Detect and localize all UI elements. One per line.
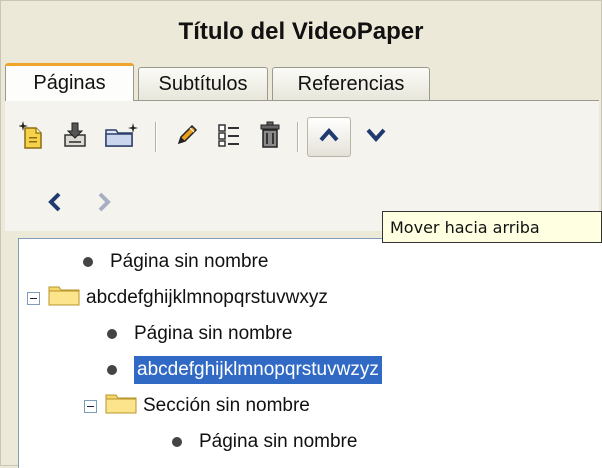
- tree-node-page[interactable]: Página sin nombre: [83, 247, 268, 277]
- node-label-selected: abcdefghijklmnopqrstuvwzyz: [134, 356, 382, 384]
- tree-node-page[interactable]: Página sin nombre: [172, 427, 357, 457]
- new-folder-icon: [104, 122, 140, 153]
- properties-button[interactable]: [210, 118, 248, 156]
- tab-bar: Páginas Subtítulos Referencias: [5, 63, 599, 101]
- tooltip: Mover hacia arriba: [382, 211, 602, 243]
- edit-icon: [175, 123, 199, 152]
- videopaper-panel: Título del VideoPaper Páginas Subtítulos…: [0, 0, 602, 468]
- node-label: Página sin nombre: [134, 323, 293, 344]
- node-label: Página sin nombre: [199, 431, 358, 452]
- tab-subtitulos[interactable]: Subtítulos: [138, 67, 268, 101]
- new-page-icon: [18, 120, 45, 155]
- tab-referencias[interactable]: Referencias: [272, 67, 430, 101]
- folder-icon: [104, 391, 138, 421]
- bullet-icon: [172, 437, 182, 447]
- delete-icon: [259, 121, 281, 154]
- bullet-icon: [83, 257, 93, 267]
- tab-paginas[interactable]: Páginas: [5, 63, 134, 101]
- node-label: Página sin nombre: [110, 251, 269, 272]
- toolbar-separator: [155, 122, 157, 152]
- new-folder-button[interactable]: [99, 118, 145, 156]
- bullet-icon: [107, 329, 117, 339]
- move-down-button[interactable]: [357, 118, 395, 156]
- import-icon: [62, 121, 88, 154]
- move-right-button[interactable]: [85, 185, 123, 223]
- toolbar-separator: [297, 122, 299, 152]
- node-label: abcdefghijklmnopqrstuvwxyz: [86, 287, 328, 308]
- panel-title: Título del VideoPaper: [178, 18, 424, 45]
- delete-button[interactable]: [251, 118, 289, 156]
- move-up-button[interactable]: [307, 117, 351, 157]
- import-button[interactable]: [56, 118, 94, 156]
- collapse-icon[interactable]: [27, 291, 40, 305]
- bullet-icon: [107, 365, 117, 375]
- move-up-icon: [317, 125, 341, 150]
- tree-node-section[interactable]: Sección sin nombre: [84, 391, 310, 421]
- move-right-icon: [94, 190, 114, 219]
- new-page-button[interactable]: [13, 118, 51, 156]
- folder-icon: [47, 283, 81, 313]
- move-left-button[interactable]: [36, 185, 74, 223]
- edit-button[interactable]: [168, 118, 206, 156]
- collapse-icon[interactable]: [84, 399, 97, 413]
- properties-icon: [216, 122, 242, 153]
- move-left-icon: [45, 190, 65, 219]
- tree-node-page-selected[interactable]: abcdefghijklmnopqrstuvwzyz: [107, 355, 382, 385]
- node-label: Sección sin nombre: [143, 395, 310, 416]
- move-down-icon: [364, 125, 388, 150]
- tree-node-folder[interactable]: abcdefghijklmnopqrstuvwxyz: [27, 283, 328, 313]
- page-tree: Página sin nombre abcdefghijklmnopqrstuv…: [18, 238, 602, 468]
- tree-node-page[interactable]: Página sin nombre: [107, 319, 292, 349]
